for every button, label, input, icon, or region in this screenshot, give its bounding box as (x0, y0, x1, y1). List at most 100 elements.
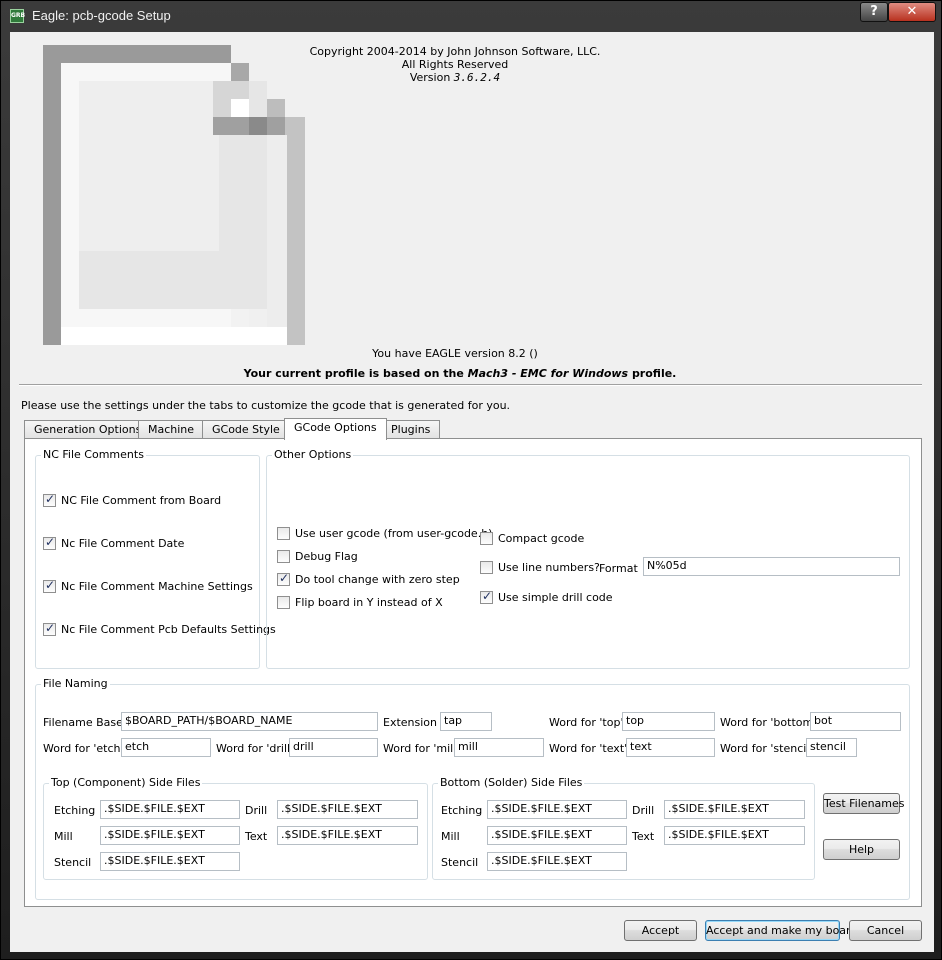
top-stencil-input[interactable]: .$SIDE.$FILE.$EXT (100, 852, 240, 871)
setup-window: GRB Eagle: pcb-gcode Setup ? ✕ Copyright… (0, 0, 942, 960)
rights-text: All Rights Reserved (401, 58, 509, 71)
copyright-block: Copyright 2004-2014 by John Johnson Soft… (290, 45, 620, 84)
checkbox-label: Flip board in Y instead of X (295, 596, 443, 609)
top-text-input[interactable]: .$SIDE.$FILE.$EXT (277, 826, 418, 845)
bottom-stencil-label: Stencil (441, 856, 479, 869)
bottom-word-label: Word for 'bottom' (720, 716, 817, 729)
profile-suffix: profile. (631, 367, 677, 380)
app-icon: GRB (10, 9, 25, 23)
bottom-side-files-group: Bottom (Solder) Side Files Etching .$SID… (432, 776, 815, 880)
other-options-title: Other Options (272, 448, 354, 461)
extension-input[interactable]: tap (440, 712, 492, 731)
checkbox-label: Nc File Comment Pcb Defaults Settings (61, 623, 276, 636)
help-button[interactable]: Help (823, 839, 900, 860)
top-text-label: Text (245, 830, 268, 843)
top-word-input[interactable]: top (622, 712, 715, 731)
checkbox-label: Compact gcode (498, 532, 585, 545)
nc-comments-title: NC File Comments (41, 448, 146, 461)
top-mill-label: Mill (54, 830, 73, 843)
filename-base-label: Filename Base (43, 716, 123, 729)
checkbox-box[interactable] (43, 621, 56, 636)
eagle-version-text: You have EAGLE version 8.2 () (372, 347, 538, 360)
other-options-group: Other Options Use user gcode (from user-… (266, 448, 910, 669)
top-etching-label: Etching (54, 804, 96, 817)
top-mill-input[interactable]: .$SIDE.$FILE.$EXT (100, 826, 240, 845)
checkbox-box[interactable] (480, 532, 493, 545)
checkbox-box[interactable] (43, 578, 56, 593)
tab-machine[interactable]: Machine (138, 420, 205, 439)
tab-plugins[interactable]: Plugins (381, 420, 441, 439)
bottom-stencil-input[interactable]: .$SIDE.$FILE.$EXT (487, 852, 627, 871)
bottom-drill-label: Drill (632, 804, 655, 817)
checkbox-box[interactable] (43, 535, 56, 550)
text-word-label: Word for 'text' (549, 742, 628, 755)
format-input[interactable]: N%05d (643, 557, 900, 576)
tab-gcode-options[interactable]: GCode Options (284, 418, 387, 440)
tab-gcode-style[interactable]: GCode Style (202, 420, 290, 439)
file-naming-group: File Naming Filename Base $BOARD_PATH/$B… (35, 677, 910, 900)
top-word-label: Word for 'top' (549, 716, 624, 729)
bottom-drill-input[interactable]: .$SIDE.$FILE.$EXT (664, 800, 805, 819)
bottom-word-input[interactable]: bot (810, 712, 901, 731)
version-number: 3.6.2.4 (453, 71, 501, 84)
checkbox-box[interactable] (277, 596, 290, 609)
title-bar[interactable]: GRB Eagle: pcb-gcode Setup ? ✕ (1, 1, 941, 31)
filename-base-input[interactable]: $BOARD_PATH/$BOARD_NAME (121, 712, 378, 731)
drill-word-input[interactable]: drill (289, 738, 378, 757)
window-title: Eagle: pcb-gcode Setup (32, 8, 171, 23)
dialog-body: Copyright 2004-2014 by John Johnson Soft… (10, 32, 934, 952)
checkbox-label: Use line numbers? (498, 561, 600, 574)
etch-word-input[interactable]: etch (121, 738, 211, 757)
top-stencil-label: Stencil (54, 856, 92, 869)
checkbox-box[interactable] (277, 527, 290, 540)
bottom-etching-label: Etching (441, 804, 483, 817)
checkbox-box[interactable] (480, 561, 493, 574)
top-drill-label: Drill (245, 804, 268, 817)
gcode-options-panel: NC File Comments NC File Comment from Bo… (24, 438, 922, 907)
checkbox-box[interactable] (43, 492, 56, 507)
accept-and-make-button[interactable]: Accept and make my board (705, 920, 857, 941)
accept-button[interactable]: Accept (624, 920, 697, 941)
stencil-word-input[interactable]: stencil (806, 738, 857, 757)
checkbox-label: Debug Flag (295, 550, 358, 563)
extension-label: Extension (383, 716, 438, 729)
version-line: Version 3.6.2.4 (290, 71, 620, 84)
instructions-text: Please use the settings under the tabs t… (21, 399, 511, 412)
broken-image-icon (43, 45, 305, 345)
bottom-etching-input[interactable]: .$SIDE.$FILE.$EXT (487, 800, 627, 819)
checkbox-label: Nc File Comment Date (61, 537, 185, 550)
bottom-text-label: Text (632, 830, 655, 843)
cancel-button[interactable]: Cancel (849, 920, 922, 941)
tab-generation-options[interactable]: Generation Options (24, 420, 152, 439)
mill-word-label: Word for 'mill' (383, 742, 460, 755)
bottom-text-input[interactable]: .$SIDE.$FILE.$EXT (664, 826, 805, 845)
top-drill-input[interactable]: .$SIDE.$FILE.$EXT (277, 800, 418, 819)
bottom-mill-input[interactable]: .$SIDE.$FILE.$EXT (487, 826, 627, 845)
checkbox-box[interactable] (277, 571, 290, 586)
checkbox-label: Use user gcode (from user-gcode.h) (295, 527, 493, 540)
help-title-button[interactable]: ? (860, 2, 888, 22)
profile-prefix: Your current profile is based on the (243, 367, 464, 380)
version-label: Version (409, 71, 451, 84)
mill-word-input[interactable]: mill (454, 738, 544, 757)
top-etching-input[interactable]: .$SIDE.$FILE.$EXT (100, 800, 240, 819)
checkbox-label: NC File Comment from Board (61, 494, 222, 507)
bottom-side-files-title: Bottom (Solder) Side Files (438, 776, 585, 789)
profile-name: Mach3 - EMC for Windows (467, 367, 629, 380)
checkbox-label: Nc File Comment Machine Settings (61, 580, 253, 593)
text-word-input[interactable]: text (626, 738, 715, 757)
drill-word-label: Word for 'drill' (216, 742, 294, 755)
profile-text: Your current profile is based on the Mac… (210, 367, 710, 380)
bottom-mill-label: Mill (441, 830, 460, 843)
format-label: Format (599, 562, 638, 575)
checkbox-box[interactable] (277, 550, 290, 563)
top-side-files-title: Top (Component) Side Files (49, 776, 203, 789)
top-side-files-group: Top (Component) Side Files Etching .$SID… (43, 776, 428, 880)
nc-comments-group: NC File Comments NC File Comment from Bo… (35, 448, 276, 669)
close-button[interactable]: ✕ (888, 2, 936, 22)
stencil-word-label: Word for 'stencil' (720, 742, 813, 755)
checkbox-label: Use simple drill code (498, 591, 613, 604)
test-filenames-button[interactable]: Test Filenames (823, 793, 905, 814)
checkbox-box[interactable] (480, 589, 493, 604)
separator (19, 384, 922, 386)
